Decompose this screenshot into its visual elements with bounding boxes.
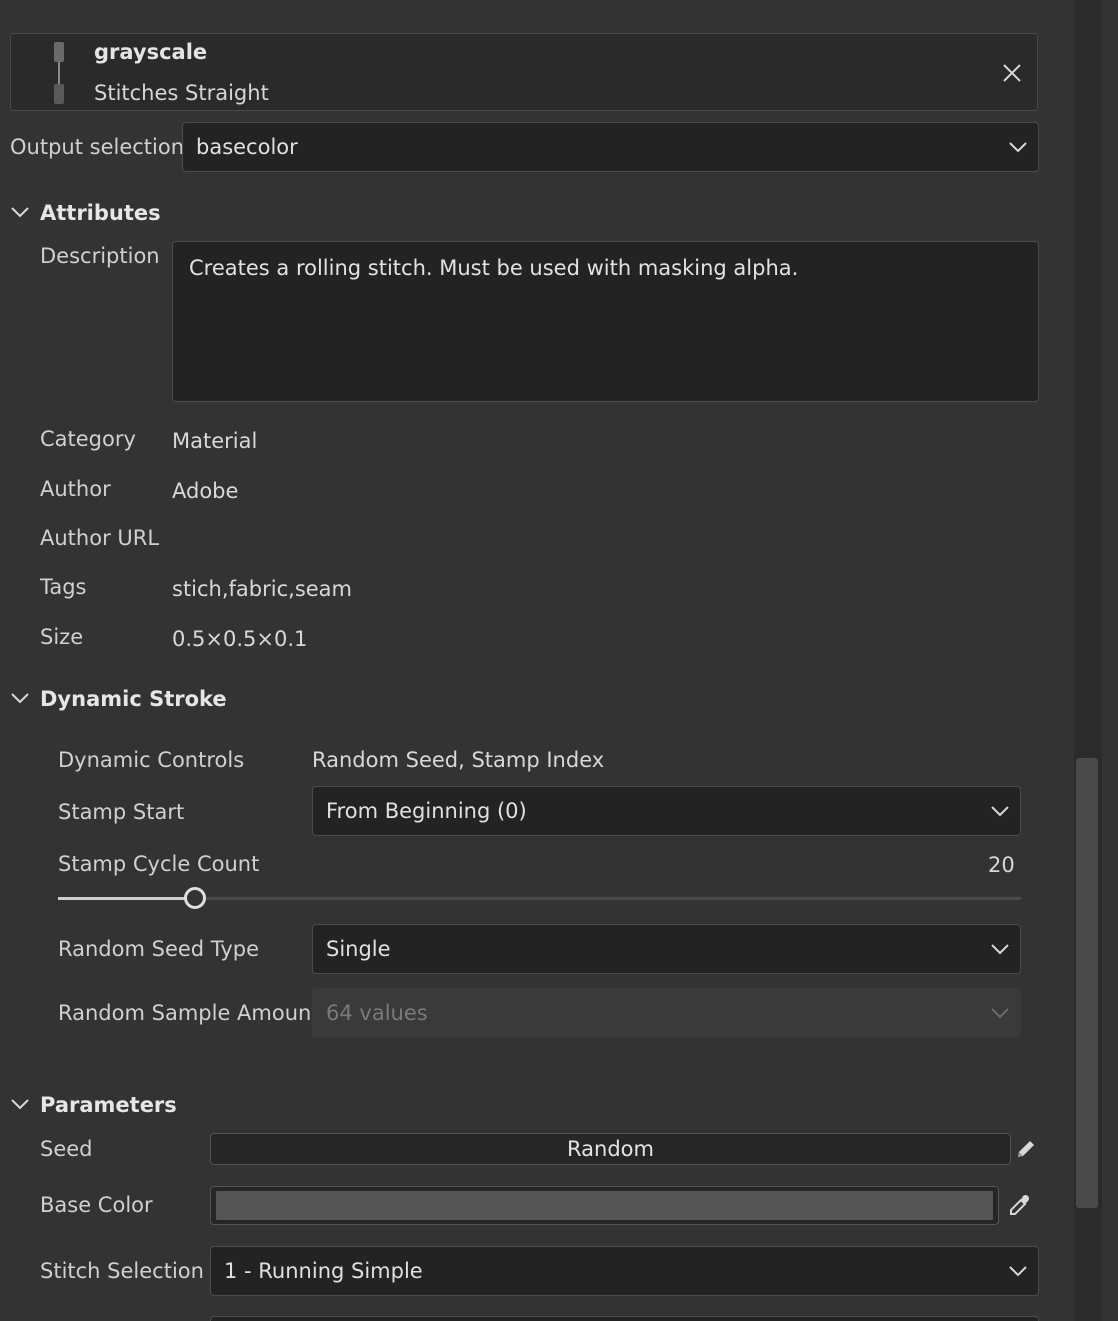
dynamic-controls-value: Random Seed, Stamp Index	[312, 748, 605, 772]
author-value: Adobe	[172, 479, 239, 503]
stamp-start-dropdown[interactable]: From Beginning (0)	[312, 786, 1021, 836]
chevron-down-icon	[998, 1265, 1038, 1277]
section-attributes[interactable]: Attributes	[10, 201, 161, 225]
category-label: Category	[40, 427, 136, 451]
chevron-down-icon	[980, 943, 1020, 955]
stamp-cycle-count-slider-handle[interactable]	[183, 887, 206, 909]
description-text: Creates a rolling stitch. Must be used w…	[189, 256, 799, 280]
stamp-cycle-count-slider-fill	[58, 897, 195, 900]
random-sample-amount-label: Random Sample Amount	[58, 1001, 320, 1025]
stamp-start-value: From Beginning (0)	[326, 799, 527, 823]
output-selection-dropdown[interactable]: basecolor	[182, 122, 1039, 172]
chevron-down-icon	[980, 805, 1020, 817]
section-dynamic-stroke-title: Dynamic Stroke	[40, 687, 227, 711]
tags-label: Tags	[40, 575, 87, 599]
stamp-cycle-count-label: Stamp Cycle Count	[58, 852, 260, 876]
base-color-swatch	[216, 1191, 993, 1220]
chevron-down-icon	[10, 204, 30, 223]
category-value: Material	[172, 429, 258, 453]
random-seed-type-dropdown[interactable]: Single	[312, 924, 1021, 974]
seed-random-button[interactable]: Random	[210, 1133, 1011, 1165]
random-sample-amount-dropdown: 64 values	[312, 988, 1021, 1038]
section-parameters-title: Parameters	[40, 1093, 177, 1117]
resource-subtitle: Stitches Straight	[94, 81, 269, 105]
close-icon[interactable]	[995, 56, 1029, 90]
section-attributes-title: Attributes	[40, 201, 161, 225]
output-selection-label: Output selection	[10, 135, 185, 159]
size-label: Size	[40, 625, 84, 649]
dynamic-controls-label: Dynamic Controls	[58, 748, 245, 772]
random-sample-amount-value: 64 values	[326, 1001, 428, 1025]
size-value: 0.5×0.5×0.1	[172, 627, 308, 651]
stitch-selection-value: 1 - Running Simple	[224, 1259, 423, 1283]
next-parameter-field[interactable]	[210, 1316, 1039, 1321]
output-selection-value: basecolor	[196, 135, 298, 159]
stamp-start-label: Stamp Start	[58, 800, 185, 824]
base-color-label: Base Color	[40, 1193, 153, 1217]
stitch-selection-label: Stitch Selection	[40, 1259, 204, 1283]
section-parameters[interactable]: Parameters	[10, 1093, 177, 1117]
random-seed-type-label: Random Seed Type	[58, 937, 260, 961]
author-label: Author	[40, 477, 111, 501]
random-seed-type-value: Single	[326, 937, 391, 961]
seed-label: Seed	[40, 1137, 93, 1161]
eyedropper-icon[interactable]	[1006, 1191, 1034, 1219]
description-field[interactable]: Creates a rolling stitch. Must be used w…	[172, 241, 1039, 402]
chevron-down-icon	[980, 1007, 1020, 1019]
tags-value: stich,fabric,seam	[172, 577, 353, 601]
scrollbar-thumb[interactable]	[1076, 758, 1098, 1208]
base-color-field[interactable]	[210, 1186, 999, 1225]
section-dynamic-stroke[interactable]: Dynamic Stroke	[10, 687, 227, 711]
resource-title: grayscale	[94, 40, 208, 64]
resource-card: grayscale Stitches Straight	[10, 33, 1038, 111]
pencil-icon[interactable]	[1012, 1135, 1040, 1163]
panel-edge	[1102, 0, 1118, 1321]
resource-thumbnail	[47, 42, 71, 104]
author-url-label: Author URL	[40, 526, 160, 550]
chevron-down-icon	[10, 1096, 30, 1115]
chevron-down-icon	[10, 690, 30, 709]
chevron-down-icon	[998, 141, 1038, 153]
stitch-selection-dropdown[interactable]: 1 - Running Simple	[210, 1246, 1039, 1296]
stamp-cycle-count-value: 20	[988, 853, 1015, 877]
description-label: Description	[40, 244, 160, 268]
